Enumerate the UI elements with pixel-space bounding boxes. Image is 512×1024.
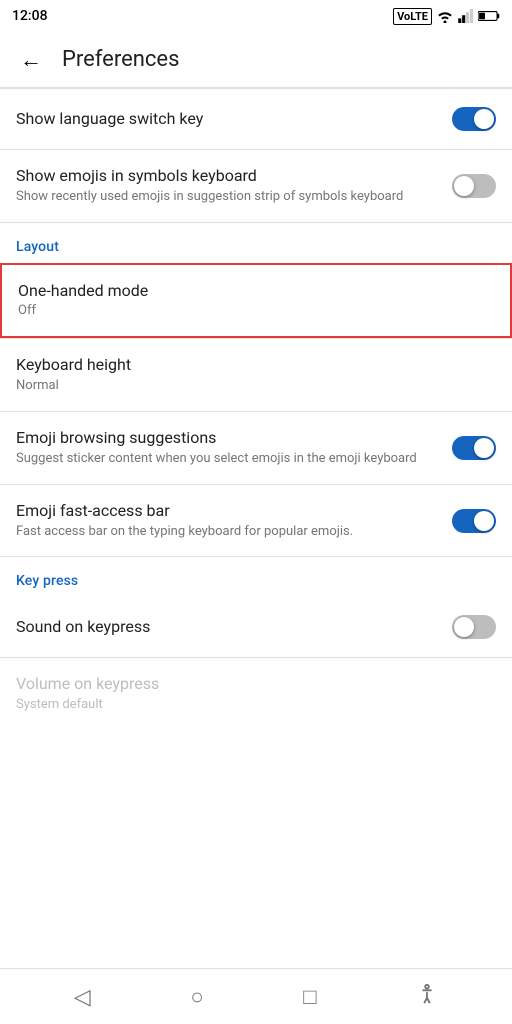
setting-subtitle-keyboard-height: Normal — [16, 378, 484, 395]
setting-title-keyboard-height: Keyboard height — [16, 355, 484, 376]
nav-home-icon: ○ — [190, 984, 203, 1010]
app-bar: ← Preferences — [0, 32, 512, 88]
nav-back-button[interactable]: ◁ — [66, 976, 99, 1018]
setting-show-emojis-symbols[interactable]: Show emojis in symbols keyboard Show rec… — [0, 150, 512, 222]
nav-back-icon: ◁ — [74, 984, 91, 1010]
status-icons: VoLTE — [393, 8, 500, 25]
setting-sound-on-keypress[interactable]: Sound on keypress — [0, 597, 512, 657]
toggle-show-language[interactable] — [452, 107, 496, 131]
section-header-keypress: Key press — [0, 557, 512, 597]
setting-title-sound-keypress: Sound on keypress — [16, 617, 440, 638]
status-bar: 12:08 VoLTE — [0, 0, 512, 32]
setting-subtitle-volume-keypress: System default — [16, 697, 484, 714]
nav-home-button[interactable]: ○ — [182, 976, 211, 1018]
page-title: Preferences — [62, 47, 179, 72]
setting-keyboard-height[interactable]: Keyboard height Normal — [0, 339, 512, 411]
settings-list: Show language switch key Show emojis in … — [0, 89, 512, 968]
setting-show-language-switch[interactable]: Show language switch key — [0, 89, 512, 149]
setting-title-one-handed: One-handed mode — [18, 281, 482, 302]
toggle-emoji-browsing[interactable] — [452, 436, 496, 460]
setting-title-emoji-browsing: Emoji browsing suggestions — [16, 428, 440, 449]
setting-title-volume-keypress: Volume on keypress — [16, 674, 484, 695]
setting-title-emojis-symbols: Show emojis in symbols keyboard — [16, 166, 440, 187]
nav-accessibility-button[interactable] — [408, 975, 446, 1019]
setting-one-handed-mode[interactable]: One-handed mode Off — [0, 263, 512, 339]
back-button[interactable]: ← — [16, 43, 46, 77]
setting-emoji-fast-access[interactable]: Emoji fast-access bar Fast access bar on… — [0, 485, 512, 557]
setting-subtitle-emoji-fast-access: Fast access bar on the typing keyboard f… — [16, 524, 440, 541]
setting-subtitle-emojis-symbols: Show recently used emojis in suggestion … — [16, 189, 440, 206]
setting-emoji-browsing[interactable]: Emoji browsing suggestions Suggest stick… — [0, 412, 512, 484]
nav-accessibility-icon — [416, 983, 438, 1011]
setting-subtitle-one-handed: Off — [18, 303, 482, 320]
toggle-sound-keypress[interactable] — [452, 615, 496, 639]
setting-title-emoji-fast-access: Emoji fast-access bar — [16, 501, 440, 522]
setting-title-show-language: Show language switch key — [16, 109, 440, 130]
battery-icon — [478, 10, 500, 22]
nav-recents-button[interactable]: □ — [295, 976, 324, 1018]
volte-icon: VoLTE — [393, 8, 432, 25]
section-header-layout: Layout — [0, 223, 512, 263]
nav-recents-icon: □ — [303, 984, 316, 1010]
wifi-icon — [436, 9, 454, 23]
toggle-show-emojis[interactable] — [452, 174, 496, 198]
setting-subtitle-emoji-browsing: Suggest sticker content when you select … — [16, 451, 440, 468]
signal-icon — [458, 9, 474, 23]
setting-volume-on-keypress: Volume on keypress System default — [0, 658, 512, 730]
status-time: 12:08 — [12, 8, 48, 24]
toggle-emoji-fast-access[interactable] — [452, 509, 496, 533]
bottom-nav: ◁ ○ □ — [0, 968, 512, 1024]
